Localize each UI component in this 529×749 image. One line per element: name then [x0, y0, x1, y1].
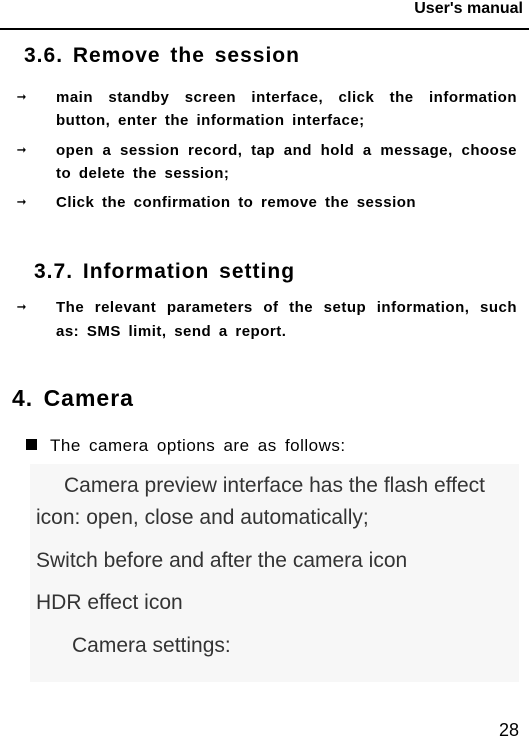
block-line: Camera preview interface has the flash e… — [36, 470, 513, 535]
header-title: User's manual — [0, 0, 529, 20]
block-line: HDR effect icon — [36, 587, 513, 620]
list-4-intro: The camera options are as follows: — [6, 434, 523, 458]
block-line: Switch before and after the camera icon — [36, 545, 513, 578]
block-line: Camera settings: — [36, 630, 513, 663]
manual-page: User's manual 3.6. Remove the session ma… — [0, 0, 529, 749]
list-3-7: The relevant parameters of the setup inf… — [6, 296, 523, 343]
list-item: Click the confirmation to remove the ses… — [14, 191, 517, 214]
heading-3-6: 3.6. Remove the session — [24, 44, 523, 68]
list-item: The camera options are as follows: — [26, 434, 517, 458]
heading-4: 4. Camera — [12, 385, 523, 412]
page-content: 3.6. Remove the session main standby scr… — [0, 44, 529, 682]
list-item: The relevant parameters of the setup inf… — [14, 296, 517, 343]
page-number: 28 — [499, 720, 519, 741]
list-item: open a session record, tap and hold a me… — [14, 139, 517, 186]
list-3-6: main standby screen interface, click the… — [6, 86, 523, 214]
camera-options-block: Camera preview interface has the flash e… — [30, 464, 519, 683]
heading-3-7: 3.7. Information setting — [34, 260, 523, 284]
list-item: main standby screen interface, click the… — [14, 86, 517, 133]
header-rule — [0, 28, 529, 30]
